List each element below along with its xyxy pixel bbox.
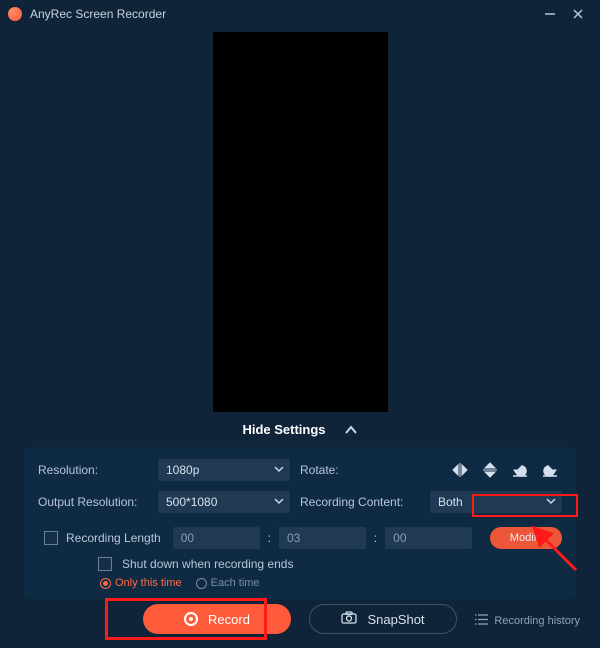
- rotate-controls: [430, 462, 562, 478]
- shutdown-each-time[interactable]: Each time: [196, 577, 260, 589]
- shutdown-label: Shut down when recording ends: [122, 557, 293, 571]
- output-resolution-value: 500*1080: [166, 495, 217, 509]
- recording-history-link[interactable]: Recording history: [475, 614, 580, 628]
- recording-content-select[interactable]: Both: [430, 491, 562, 513]
- chevron-up-icon: [344, 423, 358, 437]
- preview-area: [0, 28, 600, 418]
- modify-button[interactable]: Modify: [490, 527, 562, 549]
- list-icon: [475, 614, 488, 628]
- title-bar: AnyRec Screen Recorder: [0, 0, 600, 28]
- chevron-down-icon: [274, 463, 284, 477]
- settings-panel: Resolution: 1080p Rotate: Output Resolut…: [24, 447, 576, 599]
- recording-content-label: Recording Content:: [300, 495, 420, 509]
- recording-length-row: Recording Length 00 : 03 : 00 Modify: [38, 527, 562, 549]
- recording-length-hours[interactable]: 00: [173, 527, 260, 549]
- snapshot-button[interactable]: SnapShot: [309, 604, 457, 634]
- shutdown-only-this-time[interactable]: Only this time: [100, 577, 182, 589]
- time-sep: :: [374, 531, 377, 545]
- resolution-value: 1080p: [166, 463, 199, 477]
- recording-length-label: Recording Length: [66, 531, 161, 545]
- record-button[interactable]: Record: [143, 604, 291, 634]
- close-button[interactable]: [564, 4, 592, 24]
- window-title: AnyRec Screen Recorder: [30, 7, 536, 21]
- radio-icon: [100, 578, 111, 589]
- resolution-label: Resolution:: [38, 463, 148, 477]
- recording-length-checkbox[interactable]: [44, 531, 58, 545]
- phone-preview: [213, 32, 388, 412]
- chevron-down-icon: [274, 495, 284, 509]
- resolution-select[interactable]: 1080p: [158, 459, 290, 481]
- flip-horizontal-icon[interactable]: [452, 462, 468, 478]
- time-sep: :: [268, 531, 271, 545]
- rotate-left-icon[interactable]: [512, 462, 528, 478]
- flip-vertical-icon[interactable]: [482, 462, 498, 478]
- record-icon: [184, 612, 198, 626]
- shutdown-radio-group: Only this time Each time: [100, 577, 562, 589]
- app-logo-icon: [8, 7, 22, 21]
- rotate-right-icon[interactable]: [542, 462, 558, 478]
- recording-content-value: Both: [438, 495, 463, 509]
- shutdown-checkbox[interactable]: [98, 557, 112, 571]
- recording-history-label: Recording history: [494, 615, 580, 627]
- chevron-down-icon: [546, 495, 556, 509]
- rotate-label: Rotate:: [300, 463, 420, 477]
- settings-toggle-label: Hide Settings: [242, 422, 325, 437]
- output-resolution-label: Output Resolution:: [38, 495, 148, 509]
- recording-length-seconds[interactable]: 00: [385, 527, 472, 549]
- minimize-button[interactable]: [536, 4, 564, 24]
- settings-toggle[interactable]: Hide Settings: [0, 418, 600, 447]
- shutdown-row: Shut down when recording ends: [98, 557, 562, 571]
- record-label: Record: [208, 612, 250, 627]
- radio-icon: [196, 578, 207, 589]
- snapshot-label: SnapShot: [367, 612, 424, 627]
- recording-length-minutes[interactable]: 03: [279, 527, 366, 549]
- output-resolution-select[interactable]: 500*1080: [158, 491, 290, 513]
- camera-icon: [341, 611, 357, 627]
